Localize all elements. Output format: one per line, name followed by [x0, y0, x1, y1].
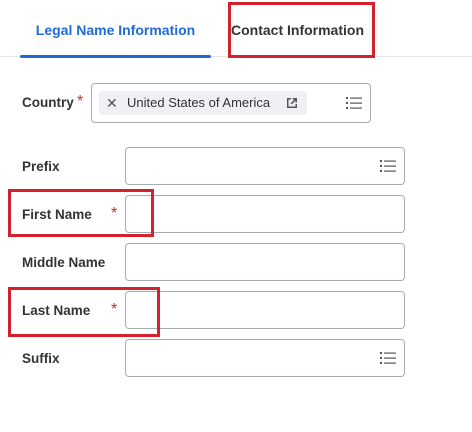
required-indicator: * [111, 205, 118, 222]
suffix-label: Suffix [22, 351, 60, 366]
first-name-label: First Name [22, 207, 92, 222]
list-prompt-icon[interactable] [380, 350, 396, 366]
middle-name-input[interactable] [126, 244, 404, 280]
prefix-label: Prefix [22, 159, 60, 174]
last-name-input[interactable] [126, 292, 404, 328]
list-prompt-icon[interactable] [346, 95, 362, 111]
required-indicator: * [77, 93, 84, 110]
tab-label: Contact Information [231, 22, 364, 38]
close-icon[interactable]: ✕ [106, 91, 118, 115]
active-tab-indicator [20, 55, 211, 58]
first-name-field[interactable] [125, 195, 405, 233]
first-name-input[interactable] [126, 196, 404, 232]
prefix-field[interactable] [125, 147, 405, 185]
country-value: United States of America [127, 95, 271, 110]
tab-contact-information[interactable]: Contact Information [231, 0, 371, 55]
required-indicator: * [111, 301, 118, 318]
country-selected-pill: ✕ United States of America [99, 91, 307, 115]
middle-name-field[interactable] [125, 243, 405, 281]
last-name-field[interactable] [125, 291, 405, 329]
external-link-icon[interactable] [285, 96, 299, 110]
list-prompt-icon[interactable] [380, 158, 396, 174]
middle-name-label: Middle Name [22, 255, 106, 270]
tab-legal-name-information[interactable]: Legal Name Information [20, 0, 211, 58]
country-field[interactable]: ✕ United States of America [91, 83, 371, 123]
tab-bar: Legal Name Information Contact Informati… [0, 0, 472, 58]
last-name-label: Last Name [22, 303, 91, 318]
tab-label: Legal Name Information [35, 22, 196, 38]
country-label: Country [22, 95, 74, 110]
suffix-field[interactable] [125, 339, 405, 377]
